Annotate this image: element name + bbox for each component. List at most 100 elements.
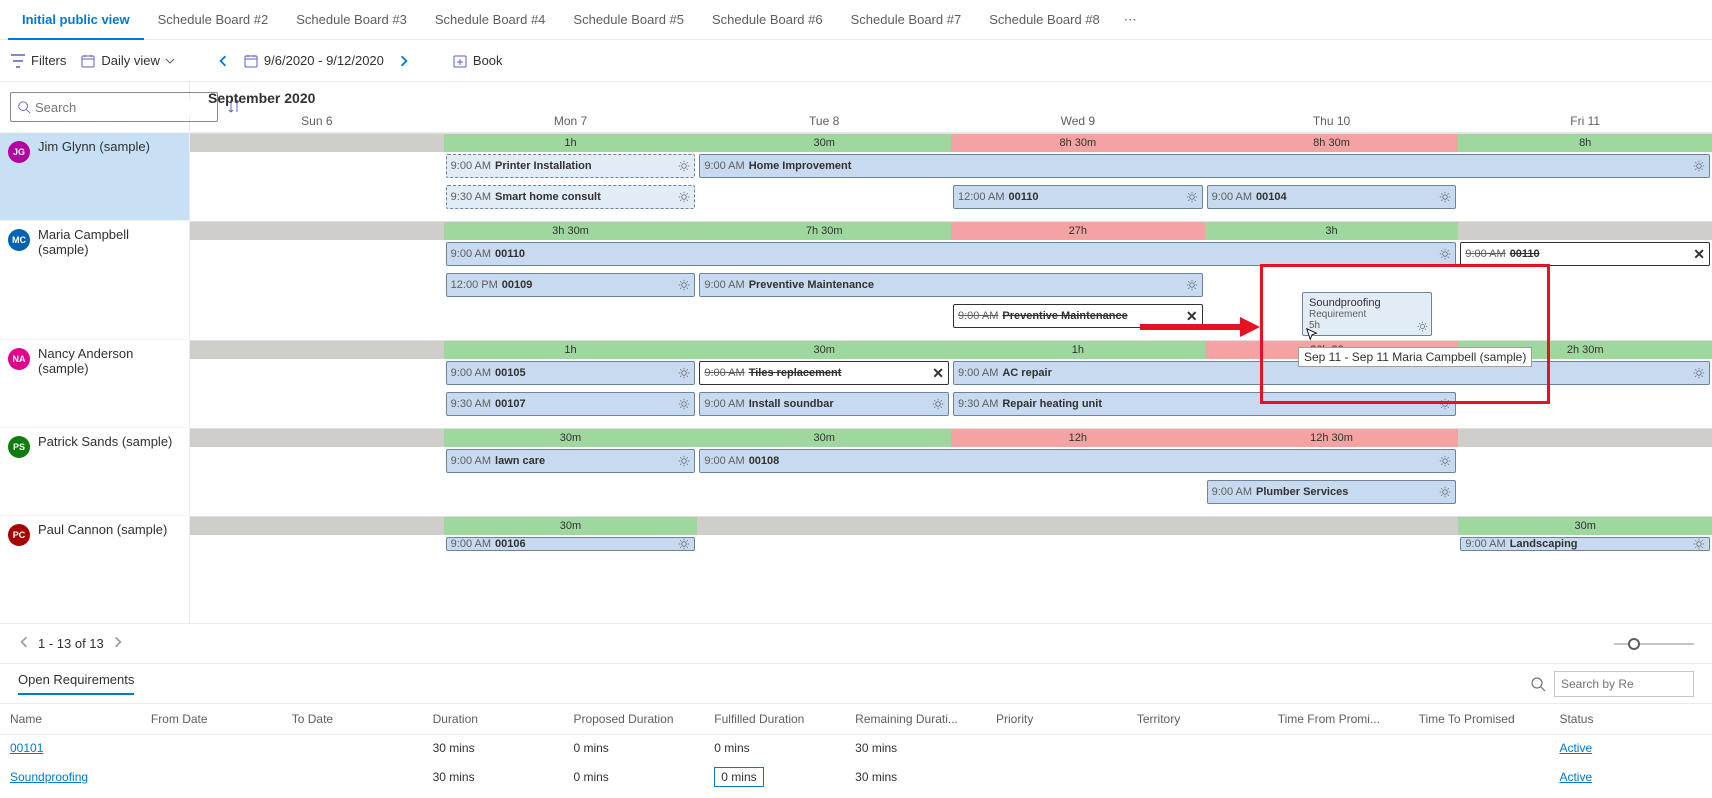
booking-chip[interactable]: 12:00 AM 00110 [953,185,1203,209]
booking-chip[interactable]: 12:00 PM 00109 [446,273,696,297]
drag-card-dur: 5h [1309,320,1425,331]
resource-row[interactable]: NANancy Anderson (sample) [0,339,189,427]
booking-lane: 9:30 AM 001079:00 AM Install soundbar9:3… [190,390,1712,420]
resource-row[interactable]: JGJim Glynn (sample) [0,132,189,220]
table-row[interactable]: 0010130 mins0 mins0 mins30 minsActive [0,735,1712,762]
board-tab[interactable]: Schedule Board #7 [837,0,976,40]
zoom-slider[interactable] [1614,643,1694,645]
gear-icon [1439,398,1451,410]
booking-chip[interactable]: 9:00 AM Tiles replacement✕ [699,361,949,385]
booking-chip[interactable]: 9:30 AM 00107 [446,392,696,416]
requirement-link[interactable]: Soundproofing [10,770,88,784]
resource-row[interactable]: PCPaul Cannon (sample) [0,515,189,572]
table-header[interactable]: Proposed Duration [563,704,704,735]
booking-chip[interactable]: 9:00 AM lawn care [446,449,696,473]
table-header[interactable]: Territory [1127,704,1268,735]
table-header[interactable]: Status [1549,704,1668,735]
gear-icon [1417,321,1428,332]
booking-chip[interactable]: 9:00 AM 00105 [446,361,696,385]
booking-chip[interactable]: 9:00 AM Plumber Services [1207,480,1457,504]
table-cell: Active [1549,735,1668,762]
close-icon[interactable]: ✕ [932,365,944,382]
book-button[interactable]: Book [452,53,503,69]
resource-name: Paul Cannon (sample) [38,522,167,537]
pager-prev[interactable] [18,636,30,651]
search-input[interactable] [35,100,211,115]
close-icon[interactable]: ✕ [1693,246,1705,263]
open-requirements-tab[interactable]: Open Requirements [18,672,134,695]
capacity-cell: 30m [444,429,698,447]
book-icon [452,53,468,69]
booking-chip[interactable]: 9:00 AM 00108 [699,449,1456,473]
table-header[interactable]: Fulfilled Duration [704,704,845,735]
status-link[interactable]: Active [1559,741,1592,755]
capacity-cell: 1h [951,341,1205,359]
table-header[interactable]: Name [0,704,141,735]
table-cell: 0 mins [563,735,704,762]
booking-chip[interactable]: 9:00 AM 00110✕ [1460,242,1710,266]
booking-chip[interactable]: 9:00 AM Home Improvement [699,154,1710,178]
table-cell: 30 mins [423,761,564,793]
table-header[interactable] [1669,704,1712,735]
table-header[interactable]: Remaining Durati... [845,704,986,735]
table-row[interactable]: Soundproofing30 mins0 mins0 mins30 minsA… [0,761,1712,793]
resource-name: Jim Glynn (sample) [38,139,150,154]
chevron-left-icon [217,55,229,67]
resource-row[interactable]: MCMaria Campbell (sample) [0,220,189,339]
booking-chip[interactable]: 9:00 AM Preventive Maintenance [699,273,1202,297]
table-header[interactable]: Priority [986,704,1127,735]
search-icon[interactable] [1530,676,1546,692]
table-header[interactable]: Time From Promi... [1268,704,1409,735]
table-header[interactable]: Duration [423,704,564,735]
booking-chip[interactable]: 9:00 AM Printer Installation [446,154,696,178]
status-link[interactable]: Active [1559,770,1592,784]
table-cell [1409,761,1550,793]
gear-icon [1439,248,1451,260]
capacity-cell [1205,517,1459,535]
booking-chip[interactable]: 9:00 AM 00110 [446,242,1457,266]
board-tab[interactable]: Schedule Board #6 [698,0,837,40]
booking-chip[interactable]: 9:30 AM Repair heating unit [953,392,1456,416]
table-header[interactable]: To Date [282,704,423,735]
capacity-cell: 30m [697,134,951,152]
pager-bar: 1 - 13 of 13 [0,624,1712,664]
capacity-row: 3h 30m7h 30m27h3h [190,222,1712,240]
filters-button[interactable]: Filters [10,53,66,69]
view-dropdown[interactable]: Daily view [80,53,175,69]
capacity-cell: 1h [444,341,698,359]
pager-next[interactable] [112,636,124,651]
booking-chip[interactable]: 9:30 AM Smart home consult [446,185,696,209]
board-tab[interactable]: Schedule Board #8 [975,0,1114,40]
table-header[interactable]: From Date [141,704,282,735]
date-next[interactable] [398,55,410,67]
requirement-link[interactable]: 00101 [10,741,43,755]
date-prev[interactable] [217,55,229,67]
date-range-picker[interactable]: 9/6/2020 - 9/12/2020 [243,53,384,69]
booking-chip[interactable]: 9:00 AM 00104 [1207,185,1457,209]
table-cell [1409,735,1550,762]
table-cell: 30 mins [423,735,564,762]
booking-chip[interactable]: 9:00 AM 00106 [446,537,696,551]
capacity-cell [190,134,444,152]
table-cell [1127,761,1268,793]
board-tab[interactable]: Schedule Board #5 [559,0,698,40]
board-tab[interactable]: Schedule Board #4 [421,0,560,40]
drag-card[interactable]: Soundproofing Requirement 5h [1302,292,1432,336]
requirements-table: NameFrom DateTo DateDurationProposed Dur… [0,704,1712,793]
booking-chip[interactable]: 9:00 AM Install soundbar [699,392,949,416]
booking-chip[interactable]: 9:00 AM Landscaping [1460,537,1710,551]
table-header[interactable]: Time To Promised [1409,704,1550,735]
booking-lane: 9:00 AM Printer Installation9:00 AM Home… [190,152,1712,182]
day-header: Tue 8 [697,114,951,132]
board-tab[interactable]: Schedule Board #3 [282,0,421,40]
resource-search[interactable] [10,92,218,122]
capacity-cell: 3h [1205,222,1459,240]
board-tab[interactable]: Schedule Board #2 [144,0,283,40]
requirements-search[interactable] [1554,671,1694,697]
capacity-row: 30m30m12h12h 30m [190,429,1712,447]
month-header: September 2020 [190,82,1712,106]
board-tab[interactable]: Initial public view [8,0,144,40]
tabs-overflow[interactable]: ⋯ [1114,12,1147,28]
resource-row[interactable]: PSPatrick Sands (sample) [0,427,189,515]
capacity-cell: 1h [444,134,698,152]
